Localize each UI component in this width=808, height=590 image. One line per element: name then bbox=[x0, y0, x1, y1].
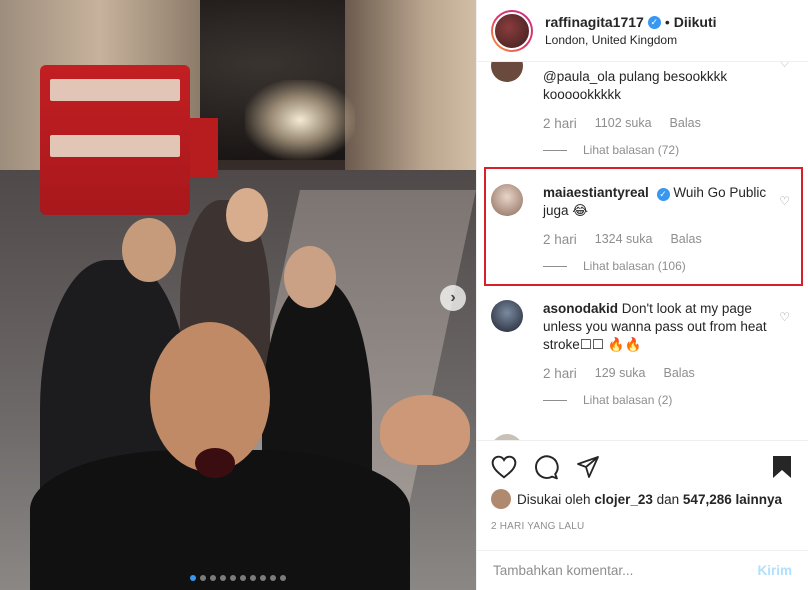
heart-outline-icon[interactable]: ♡ bbox=[779, 62, 790, 70]
comment-reply-button[interactable]: Balas bbox=[670, 116, 701, 131]
photo-person-head bbox=[226, 188, 268, 242]
comment-like-count[interactable]: 129 suka bbox=[595, 366, 646, 381]
comment-icon[interactable] bbox=[533, 454, 559, 480]
commenter-avatar[interactable] bbox=[491, 62, 523, 82]
liker-username[interactable]: clojer_23 bbox=[594, 492, 653, 507]
carousel-dot bbox=[230, 575, 236, 581]
carousel-dot bbox=[220, 575, 226, 581]
carousel-dot bbox=[210, 575, 216, 581]
carousel-dots bbox=[0, 575, 476, 581]
carousel-next-button[interactable]: › bbox=[440, 285, 466, 311]
photo-hand bbox=[380, 395, 470, 465]
comment-reply-button[interactable]: Balas bbox=[664, 366, 695, 381]
comment-time: 2 hari bbox=[543, 116, 577, 131]
photo-red-bus bbox=[40, 65, 190, 215]
bus-window bbox=[50, 135, 180, 157]
replies-line bbox=[543, 149, 567, 151]
add-comment-bar: Kirim bbox=[477, 550, 808, 590]
heart-outline-icon[interactable]: ♡ bbox=[779, 194, 790, 208]
post-comment-button[interactable]: Kirim bbox=[757, 563, 792, 578]
comment-text: @paula_ola pulang besookkkk koooookkkkk bbox=[543, 69, 728, 102]
post-sidebar: raffinagita1717 ✓ • Diikuti London, Unit… bbox=[476, 0, 808, 590]
comment-input[interactable] bbox=[493, 563, 758, 578]
view-replies-label: Lihat balasan (2) bbox=[583, 393, 673, 407]
carousel-dot bbox=[190, 575, 196, 581]
post-header: raffinagita1717 ✓ • Diikuti London, Unit… bbox=[477, 0, 808, 62]
post-actions: Disukai oleh clojer_23 dan 547,286 lainn… bbox=[477, 440, 808, 532]
carousel-dot bbox=[260, 575, 266, 581]
author-avatar[interactable] bbox=[491, 9, 533, 52]
likes-others-count[interactable]: 547,286 lainnya bbox=[683, 492, 782, 507]
follow-status-button[interactable]: Diikuti bbox=[674, 14, 717, 30]
share-icon[interactable] bbox=[575, 455, 601, 479]
comment-item: maiaestiantyreal ✓ Wuih Go Public juga 😂… bbox=[491, 184, 796, 273]
view-replies-label: Lihat balasan (72) bbox=[583, 143, 680, 157]
author-username[interactable]: raffinagita1717 bbox=[545, 14, 644, 30]
photo-street-lights bbox=[245, 80, 355, 160]
header-separator: • bbox=[664, 14, 670, 30]
commenter-avatar[interactable] bbox=[491, 300, 523, 332]
view-replies-button[interactable]: Lihat balasan (2) bbox=[543, 393, 796, 407]
commenter-avatar[interactable] bbox=[491, 184, 523, 216]
likes-prefix: Disukai oleh bbox=[517, 491, 591, 507]
commenter-username[interactable]: maiaestiantyreal bbox=[543, 185, 649, 200]
carousel-dot bbox=[200, 575, 206, 581]
comment-item: asonodakid Don't look at my page unless … bbox=[491, 300, 796, 407]
comment-like-count[interactable]: 1102 suka bbox=[595, 116, 652, 131]
photo-person-head bbox=[122, 218, 176, 282]
comment-time: 2 hari bbox=[543, 366, 577, 381]
post-location[interactable]: London, United Kingdom bbox=[545, 33, 717, 47]
likes-connector: dan bbox=[656, 491, 680, 507]
heart-outline-icon[interactable]: ♡ bbox=[779, 310, 790, 324]
photo-person-mouth bbox=[195, 448, 235, 478]
photo-person-head bbox=[284, 246, 336, 308]
view-replies-label: Lihat balasan (106) bbox=[583, 259, 686, 273]
comment-reply-button[interactable]: Balas bbox=[670, 232, 701, 247]
bus-window bbox=[50, 79, 180, 101]
chevron-right-icon: › bbox=[450, 289, 456, 306]
post-photo[interactable]: › bbox=[0, 0, 476, 590]
carousel-dot bbox=[280, 575, 286, 581]
verified-badge-icon: ✓ bbox=[656, 187, 670, 201]
post-date: 2 HARI YANG LALU bbox=[491, 521, 585, 532]
comment-like-count[interactable]: 1324 suka bbox=[595, 232, 653, 247]
view-replies-button[interactable]: Lihat balasan (106) bbox=[543, 259, 796, 273]
view-replies-button[interactable]: Lihat balasan (72) bbox=[543, 143, 796, 157]
verified-badge-icon: ✓ bbox=[647, 15, 661, 29]
comment-time: 2 hari bbox=[543, 232, 577, 247]
comment-item: @paula_ola pulang besookkkk koooookkkkk … bbox=[491, 62, 796, 157]
commenter-username[interactable]: asonodakid bbox=[543, 301, 618, 316]
replies-line bbox=[543, 265, 567, 267]
comments-list[interactable]: @paula_ola pulang besookkkk koooookkkkk … bbox=[477, 62, 808, 440]
carousel-dot bbox=[250, 575, 256, 581]
photo-red-bus-far bbox=[190, 118, 218, 178]
replies-line bbox=[543, 399, 567, 401]
author-avatar-image bbox=[493, 11, 531, 50]
carousel-dot bbox=[240, 575, 246, 581]
heart-icon[interactable] bbox=[491, 455, 517, 479]
carousel-dot bbox=[270, 575, 276, 581]
bookmark-icon[interactable] bbox=[772, 455, 792, 479]
